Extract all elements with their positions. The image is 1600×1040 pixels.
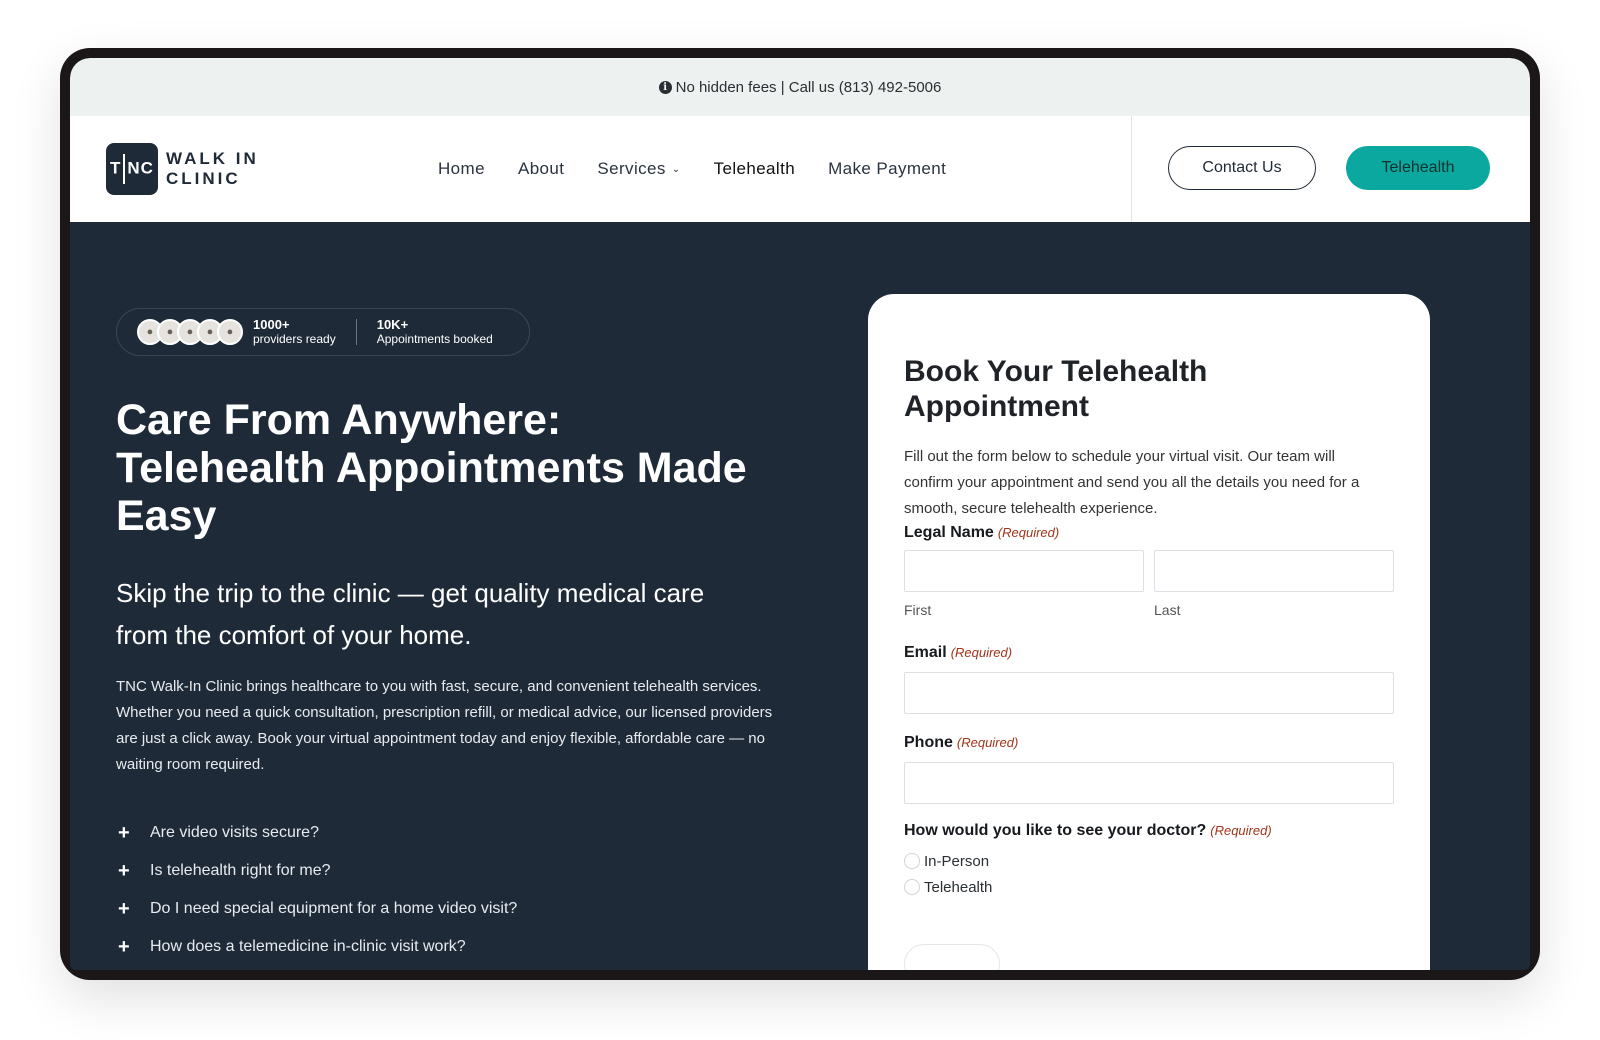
hero-title: Care From Anywhere: Telehealth Appointme…: [116, 396, 776, 540]
booking-form-card: Book Your Telehealth Appointment Fill ou…: [868, 294, 1430, 970]
stats-pill: ● ● ● ● ● 1000+ providers ready 10K+ App…: [116, 308, 530, 356]
visit-type-group: How would you like to see your doctor? (R…: [904, 822, 1394, 900]
info-icon: i: [658, 80, 672, 94]
chevron-down-icon: ⌄: [671, 164, 681, 175]
hero-title-strong: Care From Anywhere:: [116, 396, 562, 444]
plus-icon: +: [118, 935, 130, 958]
visit-type-label: How would you like to see your doctor? (R…: [904, 822, 1394, 840]
nav-item-services[interactable]: Services ⌄: [597, 159, 680, 179]
last-name-col: Last: [1154, 550, 1394, 618]
telehealth-button[interactable]: Telehealth: [1346, 146, 1490, 190]
phone-label-text: Phone: [904, 734, 953, 751]
email-label: Email (Required): [904, 644, 1394, 662]
nav-item-about[interactable]: About: [518, 159, 564, 179]
nav-item-services-label: Services: [597, 159, 666, 178]
providers-label: providers ready: [253, 332, 336, 346]
device-frame: i No hidden fees | Call us (813) 492-500…: [60, 48, 1540, 980]
faq-question: Is telehealth right for me?: [150, 862, 331, 879]
phone-field[interactable]: [904, 762, 1394, 804]
browser-screen: i No hidden fees | Call us (813) 492-500…: [70, 58, 1530, 970]
radio-telehealth[interactable]: Telehealth: [904, 874, 1394, 900]
plus-icon: +: [118, 859, 130, 882]
faq-item[interactable]: + Are video visits secure?: [118, 814, 758, 852]
plus-icon: +: [118, 897, 130, 920]
required-marker: (Required): [997, 525, 1060, 540]
hero-title-rest: Telehealth Appointments Made Easy: [116, 444, 747, 540]
appointments-count: 10K+: [376, 317, 409, 332]
logo-mark: T NC: [106, 143, 158, 195]
radio-circle[interactable]: [904, 853, 920, 869]
email-group: Email (Required): [904, 644, 1394, 714]
announcement-text: No hidden fees | Call us (813) 492-5006: [675, 78, 942, 96]
form-intro: Fill out the form below to schedule your…: [904, 448, 1360, 517]
required-marker: (Required): [1210, 823, 1272, 838]
announcement-bar: i No hidden fees | Call us (813) 492-500…: [70, 58, 1530, 116]
faq-item[interactable]: + How does a telemedicine in-clinic visit…: [118, 928, 758, 966]
legal-name-label-text: Legal Name: [904, 524, 994, 541]
radio-telehealth-label: Telehealth: [924, 878, 993, 896]
nav-divider: [1131, 116, 1132, 222]
last-name-field[interactable]: [1154, 550, 1394, 592]
first-name-sublabel: First: [904, 602, 932, 618]
phone-group: Phone (Required): [904, 734, 1394, 804]
faq-question: Are video visits secure?: [150, 824, 319, 841]
logo-text: WALK IN CLINIC: [166, 149, 259, 189]
radio-in-person-label: In-Person: [924, 852, 990, 870]
phone-label: Phone (Required): [904, 734, 1394, 752]
submit-button[interactable]: [904, 944, 1000, 970]
provider-avatars: ● ● ● ● ●: [137, 319, 243, 345]
radio-circle[interactable]: [904, 879, 920, 895]
hero-subtitle: Skip the trip to the clinic — get qualit…: [116, 578, 705, 650]
faq-list: + Are video visits secure? + Is telehealth…: [118, 814, 758, 966]
hero-body: TNC Walk-In Clinic brings healthcare to …: [116, 678, 773, 773]
first-name-field[interactable]: [904, 550, 1144, 592]
faq-item[interactable]: + Is telehealth right for me?: [118, 852, 758, 890]
required-marker: (Required): [950, 645, 1013, 660]
appointments-label: Appointments booked: [376, 332, 493, 346]
providers-stat: 1000+ providers ready: [253, 317, 336, 347]
hero-section: ● ● ● ● ● 1000+ providers ready 10K+ App…: [70, 222, 1530, 970]
appointments-stat: 10K+ Appointments booked: [377, 317, 493, 347]
faq-question: How does a telemedicine in-clinic visit …: [150, 938, 466, 955]
logo-line-1: WALK IN: [166, 149, 259, 168]
stats-divider: [355, 319, 357, 345]
plus-icon: +: [118, 821, 130, 844]
nav-item-make-payment[interactable]: Make Payment: [828, 159, 946, 179]
nav-menu: Home About Services ⌄ Telehealth Make Pay…: [438, 116, 979, 222]
first-name-col: First: [904, 550, 1144, 618]
avatar: ●: [217, 319, 243, 345]
legal-name-group: Legal Name (Required) First Last: [904, 524, 1394, 618]
nav-item-home[interactable]: Home: [438, 159, 485, 179]
form-title: Book Your Telehealth Appointment: [904, 355, 1208, 423]
visit-type-label-text: How would you like to see your doctor?: [904, 822, 1207, 839]
required-marker: (Required): [956, 735, 1019, 750]
nav-item-telehealth[interactable]: Telehealth: [714, 159, 796, 179]
radio-in-person[interactable]: In-Person: [904, 848, 1394, 874]
email-label-text: Email: [904, 644, 947, 661]
site-logo[interactable]: T NC WALK IN CLINIC: [106, 143, 259, 195]
main-nav: T NC WALK IN CLINIC Home About Services ⌄ …: [70, 116, 1530, 222]
logo-mark-text: T NC: [110, 154, 154, 184]
legal-name-label: Legal Name (Required): [904, 524, 1394, 542]
logo-line-2: CLINIC: [166, 169, 241, 188]
contact-us-button[interactable]: Contact Us: [1168, 146, 1316, 190]
providers-count: 1000+: [253, 317, 290, 332]
last-name-sublabel: Last: [1154, 602, 1181, 618]
email-field[interactable]: [904, 672, 1394, 714]
faq-question: Do I need special equipment for a home v…: [150, 900, 518, 917]
name-row: First Last: [904, 550, 1394, 618]
faq-item[interactable]: + Do I need special equipment for a home …: [118, 890, 758, 928]
